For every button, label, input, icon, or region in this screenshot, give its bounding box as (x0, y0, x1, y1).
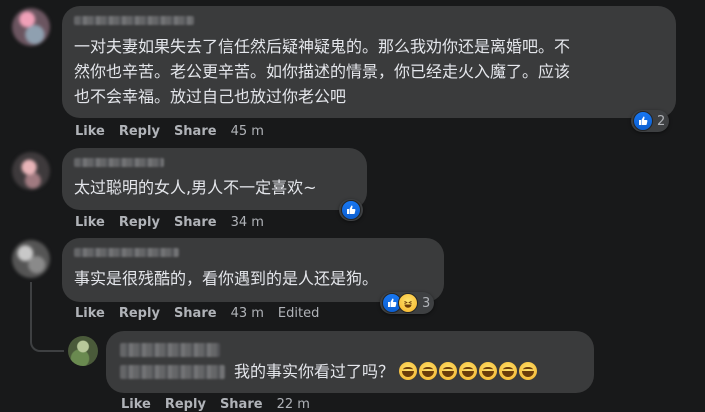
timestamp[interactable]: 34 m (231, 215, 264, 230)
author-name-redacted[interactable] (74, 158, 164, 167)
comment-text: 太过聪明的女人,男人不一定喜欢~ (74, 175, 317, 200)
reply-text: 我的事实你看过了吗？ (234, 359, 539, 384)
like-button[interactable]: Like (75, 306, 105, 321)
reply-button[interactable]: Reply (119, 215, 160, 230)
reply-text-content: 我的事实你看过了吗？ (234, 362, 395, 381)
reaction-count: 3 (422, 295, 431, 311)
laugh-emoji (459, 362, 478, 380)
reply-button[interactable]: Reply (119, 306, 160, 321)
comment-actions: Like Reply Share 34 m (75, 215, 278, 230)
avatar[interactable] (12, 152, 50, 190)
laugh-emoji (419, 362, 438, 380)
avatar[interactable] (12, 240, 50, 278)
share-button[interactable]: Share (174, 306, 217, 321)
like-button[interactable]: Like (75, 215, 105, 230)
comment-text-line: 太过聪明的女人,男人不一定喜欢~ (74, 178, 317, 197)
comment-text-line: 事实是很残酷的，看你遇到的是人还是狗。 (74, 269, 379, 288)
share-button[interactable]: Share (174, 215, 217, 230)
comment-text: 事实是很残酷的，看你遇到的是人还是狗。 (74, 266, 378, 291)
comment-text-line: 然你也辛苦。老公更辛苦。如你描述的情景，你已经走火入魔了。应该 (74, 62, 571, 81)
comment-bubble: 一对夫妻如果失去了信任然后疑神疑鬼的。那么我劝你还是离婚吧。不 然你也辛苦。老公… (62, 6, 676, 118)
laugh-emoji (499, 362, 518, 380)
comment-bubble: 太过聪明的女人,男人不一定喜欢~ (62, 148, 367, 210)
comment-text: 一对夫妻如果失去了信任然后疑神疑鬼的。那么我劝你还是离婚吧。不 然你也辛苦。老公… (74, 34, 570, 109)
author-name-redacted[interactable] (120, 343, 220, 357)
timestamp[interactable]: 43 m (231, 306, 264, 321)
reply-button[interactable]: Reply (119, 124, 160, 139)
timestamp[interactable]: 45 m (231, 124, 264, 139)
share-button[interactable]: Share (174, 124, 217, 139)
avatar[interactable] (12, 8, 50, 46)
like-icon (633, 111, 653, 131)
thread-connector (30, 282, 64, 352)
comment-actions: Like Reply Share 45 m (75, 124, 278, 139)
laugh-emoji (439, 362, 458, 380)
laugh-emoji (519, 362, 538, 380)
edited-label[interactable]: Edited (278, 306, 319, 321)
haha-icon (398, 293, 418, 313)
reaction-count: 2 (657, 113, 666, 129)
comment-text-line: 一对夫妻如果失去了信任然后疑神疑鬼的。那么我劝你还是离婚吧。不 (74, 37, 571, 56)
author-name-redacted[interactable] (74, 248, 179, 257)
avatar[interactable] (68, 336, 98, 366)
laugh-emoji (479, 362, 498, 380)
laugh-emoji-row (399, 362, 539, 381)
author-name-redacted[interactable] (74, 16, 194, 25)
reaction-summary[interactable]: 3 (380, 292, 435, 314)
laugh-emoji (399, 362, 418, 380)
comment-text-line: 也不会幸福。放过自己也放过你老公吧 (74, 87, 347, 106)
like-button[interactable]: Like (75, 124, 105, 139)
like-icon (341, 200, 361, 220)
reaction-summary[interactable]: 2 (631, 110, 670, 132)
author-name-redacted[interactable] (120, 365, 225, 379)
comment-actions: Like Reply Share 43 m Edited (75, 306, 333, 321)
reply-bubble: 我的事实你看过了吗？ (106, 331, 594, 393)
reaction-summary[interactable] (339, 199, 363, 221)
